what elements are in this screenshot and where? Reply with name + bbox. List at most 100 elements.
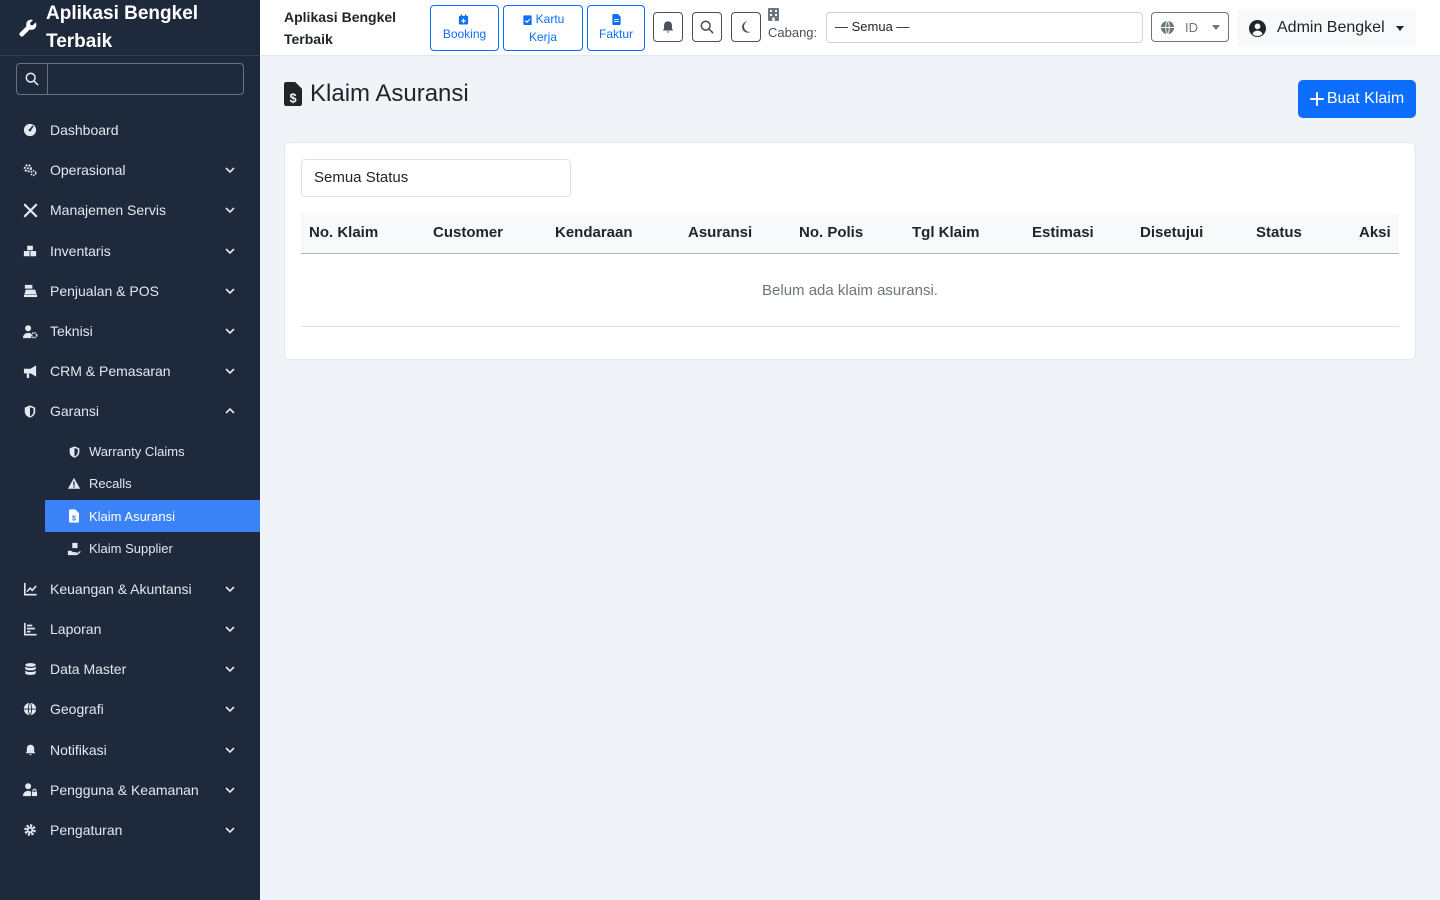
claims-card: Semua Status No. Klaim Customer Kendaraa… — [284, 142, 1416, 360]
sidebar-item-label: Garansi — [50, 403, 100, 420]
sidebar-item-penjualan-pos[interactable]: Penjualan & POS — [0, 271, 260, 311]
sidebar-menu: Dashboard Operasional Manajemen Servis I… — [0, 110, 260, 850]
sidebar-item-label: Pengaturan — [50, 821, 123, 838]
buat-klaim-button[interactable]: Buat Klaim — [1298, 80, 1416, 118]
page-title: $ Klaim Asuransi — [284, 80, 469, 108]
dark-mode-toggle[interactable] — [731, 12, 761, 42]
bell-icon — [662, 21, 674, 33]
brand[interactable]: Aplikasi Bengkel Terbaik — [0, 0, 260, 56]
chevron-down-icon — [225, 827, 235, 834]
caret-down-icon — [1396, 26, 1404, 31]
sidebar-subitem-klaim-asuransi[interactable]: $ Klaim Asuransi — [45, 500, 260, 533]
booking-label: Booking — [442, 26, 487, 41]
sidebar-subitem-klaim-supplier[interactable]: Klaim Supplier — [45, 532, 260, 564]
sidebar-item-label: Manajemen Servis — [50, 202, 166, 219]
sidebar-item-label: Keuangan & Akuntansi — [50, 580, 192, 597]
sidebar-item-label: Pengguna & Keamanan — [50, 781, 199, 798]
sidebar-item-label: Notifikasi — [50, 741, 107, 758]
sidebar-item-data-master[interactable]: Data Master — [0, 649, 260, 689]
file-invoice-dollar-icon: $ — [284, 82, 302, 106]
search-icon — [17, 64, 48, 94]
file-invoice-dollar-icon: $ — [67, 509, 81, 523]
user-circle-icon — [1249, 19, 1266, 37]
sidebar-item-operasional[interactable]: Operasional — [0, 150, 260, 190]
chevron-down-icon — [225, 328, 235, 335]
sidebar-item-laporan[interactable]: Laporan — [0, 609, 260, 649]
search-icon — [700, 20, 714, 34]
column-header: Asuransi — [688, 224, 753, 241]
sidebar-item-label: Data Master — [50, 661, 127, 678]
bullhorn-icon — [22, 363, 38, 379]
cabang-label-group: Cabang: — [768, 8, 817, 43]
sidebar-search — [16, 63, 244, 95]
status-filter-select[interactable]: Semua Status — [301, 159, 571, 197]
column-header: Tgl Klaim — [912, 224, 980, 241]
calendar-plus-icon — [458, 13, 468, 25]
chart-bar-icon — [22, 621, 38, 637]
cabang-select[interactable]: — Semua — — [826, 12, 1143, 43]
table-header: No. Klaim Customer Kendaraan Asuransi No… — [301, 213, 1399, 254]
clipboard-check-icon — [523, 14, 532, 25]
sidebar-subitem-recalls[interactable]: Recalls — [45, 468, 260, 500]
file-invoice-icon — [611, 13, 621, 25]
sidebar-item-keuangan-akuntansi[interactable]: Keuangan & Akuntansi — [0, 569, 260, 609]
kartu-kerja-button[interactable]: Kartu Kerja — [503, 5, 583, 51]
database-icon — [22, 661, 38, 677]
chart-line-icon — [22, 581, 38, 597]
sidebar-item-label: Penjualan & POS — [50, 282, 159, 299]
sidebar-item-label: Operasional — [50, 162, 126, 179]
sidebar-item-crm-pemasaran[interactable]: CRM & Pemasaran — [0, 351, 260, 391]
sidebar-item-label: Teknisi — [50, 323, 93, 340]
globe-icon — [22, 701, 38, 717]
sidebar-item-label: Laporan — [50, 620, 102, 637]
chevron-down-icon — [225, 167, 235, 174]
sidebar-item-garansi[interactable]: Garansi — [0, 391, 260, 431]
sidebar-item-pengaturan[interactable]: Pengaturan — [0, 810, 260, 850]
column-header: Estimasi — [1032, 224, 1094, 241]
sidebar-subitem-label: Recalls — [89, 476, 132, 492]
notifications-button[interactable] — [653, 12, 683, 42]
chevron-down-icon — [225, 368, 235, 375]
top-header: Aplikasi Bengkel Terbaik Booking Kartu K… — [260, 0, 1440, 56]
sidebar-item-dashboard[interactable]: Dashboard — [0, 110, 260, 150]
sidebar-subitem-warranty-claims[interactable]: Warranty Claims — [45, 436, 260, 468]
column-header: Status — [1256, 224, 1302, 241]
chevron-down-icon — [225, 787, 235, 793]
caret-down-icon — [1212, 25, 1220, 30]
plus-icon — [1309, 92, 1324, 106]
dashboard-icon — [22, 122, 38, 138]
sidebar-subitem-label: Klaim Asuransi — [89, 508, 175, 524]
bell-icon — [22, 742, 38, 758]
empty-state-message: Belum ada klaim asuransi. — [301, 255, 1399, 327]
sidebar-item-geografi[interactable]: Geografi — [0, 689, 260, 729]
language-select[interactable]: ID — [1151, 12, 1229, 42]
sidebar-item-inventaris[interactable]: Inventaris — [0, 231, 260, 271]
chevron-down-icon — [225, 288, 235, 294]
booking-button[interactable]: Booking — [430, 5, 499, 51]
sidebar-item-teknisi[interactable]: Teknisi — [0, 311, 260, 351]
shield-icon — [67, 445, 81, 459]
chevron-down-icon — [225, 248, 235, 254]
sidebar-item-label: Dashboard — [50, 122, 119, 139]
building-icon — [768, 8, 779, 21]
moon-icon — [742, 21, 752, 33]
faktur-label: Faktur — [598, 26, 633, 41]
sidebar-search-input[interactable] — [48, 64, 243, 94]
sidebar-item-manajemen-servis[interactable]: Manajemen Servis — [0, 190, 260, 230]
wrench-icon — [19, 19, 37, 37]
user-menu[interactable]: Admin Bengkel — [1237, 9, 1416, 47]
boxes-icon — [22, 243, 38, 259]
sidebar-item-notifikasi[interactable]: Notifikasi — [0, 729, 260, 769]
user-name: Admin Bengkel — [1277, 19, 1385, 36]
hand-holding-box-icon — [67, 542, 81, 556]
kartu-kerja-label-line1: Kartu — [535, 12, 565, 26]
chevron-down-icon — [225, 626, 235, 633]
column-header: Aksi — [1359, 224, 1391, 241]
sidebar-item-pengguna-keamanan[interactable]: Pengguna & Keamanan — [0, 770, 260, 810]
garansi-submenu: Warranty Claims Recalls $ Klaim Asuransi… — [0, 432, 260, 569]
global-search-button[interactable] — [692, 12, 722, 42]
language-value: ID — [1185, 19, 1198, 35]
column-header: Kendaraan — [555, 224, 633, 241]
cash-register-icon — [22, 283, 38, 299]
faktur-button[interactable]: Faktur — [587, 5, 645, 51]
